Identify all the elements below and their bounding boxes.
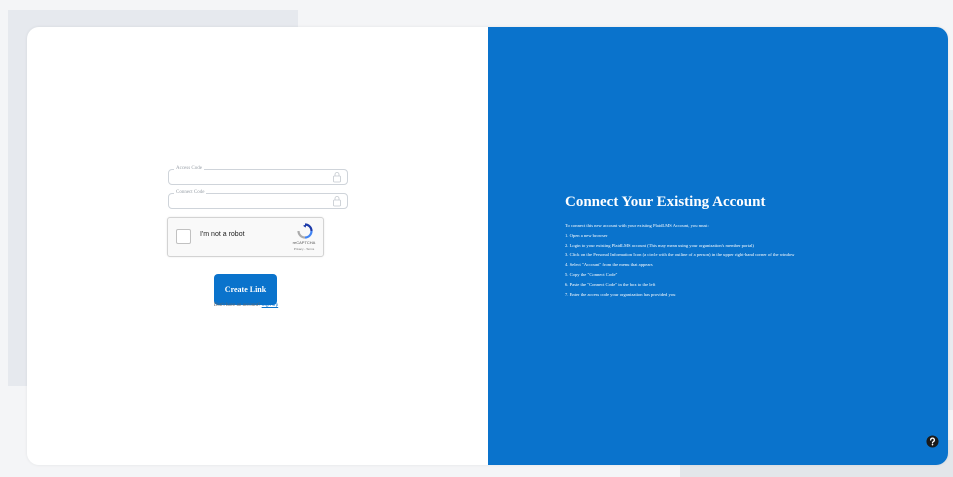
instruction-step: 7. Enter the access code your organizati… — [565, 291, 676, 297]
lock-icon — [333, 172, 341, 183]
recaptcha-widget: I'm not a robot reCAPTCHA Privacy - Term… — [167, 217, 324, 257]
recaptcha-checkbox[interactable] — [176, 229, 191, 244]
instruction-step: 6. Paste the "Connect Code" in the box t… — [565, 281, 656, 287]
instructions-body: To connect this new account with your ex… — [565, 221, 795, 299]
link-form-pane: Access Code Connect Code I'm not a robot — [27, 27, 488, 465]
connect-account-card: Access Code Connect Code I'm not a robot — [27, 27, 948, 465]
access-code-field[interactable]: Access Code — [168, 165, 348, 185]
instruction-step: 2. Login to your existing PlaidLMS accou… — [565, 242, 754, 248]
instruction-step: 5. Copy the "Connect Code" — [565, 271, 618, 277]
signup-prompt: Don't have an account? Sign Up — [187, 303, 305, 308]
create-link-button[interactable]: Create Link — [214, 274, 277, 305]
recaptcha-links[interactable]: Privacy - Terms — [289, 247, 319, 251]
access-code-label: Access Code — [174, 165, 204, 173]
lock-icon — [333, 196, 341, 207]
instruction-step: 4. Select "Account" from the menu that a… — [565, 262, 653, 268]
instruction-step: 1. Open a new browser — [565, 232, 608, 238]
instructions-title: Connect Your Existing Account — [565, 194, 766, 210]
instructions-pane: Connect Your Existing Account To connect… — [488, 27, 948, 465]
recaptcha-logo-icon — [297, 223, 313, 239]
help-icon[interactable] — [926, 435, 939, 448]
recaptcha-brand: reCAPTCHA — [292, 240, 316, 245]
connect-code-field[interactable]: Connect Code — [168, 189, 348, 209]
instructions-intro: To connect this new account with your ex… — [565, 223, 709, 228]
recaptcha-label: I'm not a robot — [200, 231, 245, 238]
signup-prompt-text: Don't have an account? — [213, 303, 261, 308]
instructions-steps: 1. Open a new browser 2. Login to your e… — [565, 231, 795, 300]
signup-link[interactable]: Sign Up — [262, 303, 279, 308]
connect-code-label: Connect Code — [174, 189, 207, 197]
instruction-step: 3. Click on the Personal Information Ico… — [565, 252, 795, 258]
